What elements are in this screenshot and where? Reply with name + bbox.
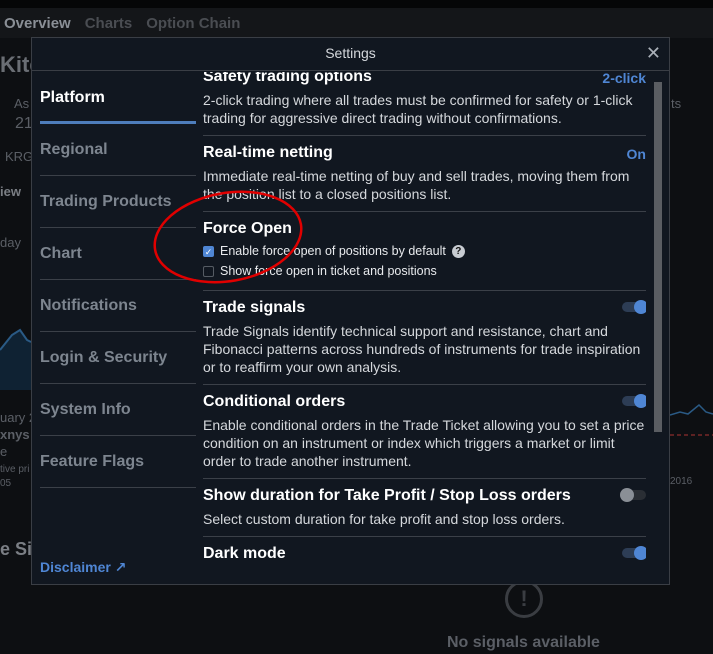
setting-title: Show duration for Take Profit / Stop Los…: [203, 487, 571, 504]
bg-chart-line-right: [670, 403, 713, 436]
bg-text: 05: [0, 478, 12, 489]
safety-trading-value[interactable]: 2-click: [602, 72, 646, 86]
checkbox-label: Enable force open of positions by defaul…: [220, 244, 446, 258]
setting-title: Real-time netting: [203, 144, 333, 161]
setting-description: 2-click trading where all trades must be…: [203, 92, 633, 126]
setting-title: Safety trading options: [203, 72, 372, 85]
bg-text: e: [0, 444, 8, 459]
disclaimer-label: Disclaimer: [40, 559, 111, 575]
bg-text: tive pri: [0, 464, 30, 475]
settings-content: Safety trading options 2-click 2-click t…: [203, 72, 646, 584]
setting-description: Immediate real-time netting of buy and s…: [203, 168, 630, 202]
bg-text: ts: [671, 96, 682, 111]
no-signals-text: No signals available: [447, 634, 600, 651]
sidebar-item-regional[interactable]: Regional: [40, 124, 196, 176]
close-icon[interactable]: ✕: [646, 38, 661, 69]
top-bar: [0, 0, 713, 8]
enable-force-open-checkbox[interactable]: ✓ Enable force open of positions by defau…: [203, 244, 646, 258]
external-link-icon: ↗: [114, 559, 127, 575]
setting-title: Dark mode: [203, 545, 286, 562]
scrollbar[interactable]: [654, 82, 662, 432]
bg-text: As: [14, 96, 30, 111]
sidebar-item-platform[interactable]: Platform: [40, 72, 196, 124]
alert-icon: !: [505, 580, 543, 618]
modal-header: Settings ✕: [32, 38, 669, 71]
setting-force-open: Force Open ✓ Enable force open of positio…: [203, 212, 646, 291]
bg-text: day: [0, 235, 21, 250]
sidebar-item-feature-flags[interactable]: Feature Flags: [40, 436, 196, 488]
setting-trade-signals: Trade signals Trade Signals identify tec…: [203, 291, 646, 385]
settings-modal: Settings ✕ Platform Regional Trading Pro…: [31, 37, 670, 585]
modal-title: Settings: [325, 45, 376, 61]
show-force-open-checkbox[interactable]: Show force open in ticket and positions: [203, 264, 646, 278]
bg-text: 2016: [670, 476, 693, 487]
bg-text: xnys: [0, 427, 30, 442]
trade-signals-toggle[interactable]: [622, 300, 646, 314]
sidebar-item-system-info[interactable]: System Info: [40, 384, 196, 436]
setting-tp-sl-duration: Show duration for Take Profit / Stop Los…: [203, 479, 646, 537]
setting-title: Trade signals: [203, 299, 306, 316]
disclaimer-link[interactable]: Disclaimer ↗: [40, 559, 126, 576]
setting-description: Trade Signals identify technical support…: [203, 323, 641, 375]
tab-option-chain[interactable]: Option Chain: [146, 15, 240, 32]
app-tabs: Overview Charts Option Chain: [0, 8, 713, 38]
tab-charts[interactable]: Charts: [85, 15, 133, 32]
setting-conditional-orders: Conditional orders Enable conditional or…: [203, 385, 646, 479]
bg-text: KRG: [5, 149, 34, 164]
help-icon[interactable]: ?: [451, 244, 465, 258]
checkbox-unchecked-icon[interactable]: [203, 265, 214, 277]
conditional-orders-toggle[interactable]: [622, 394, 646, 408]
sidebar-item-login-security[interactable]: Login & Security: [40, 332, 196, 384]
settings-sidebar: Platform Regional Trading Products Chart…: [40, 72, 196, 584]
netting-value[interactable]: On: [627, 146, 646, 162]
setting-dark-mode: Dark mode: [203, 537, 646, 576]
checkbox-label: Show force open in ticket and positions: [220, 264, 437, 278]
bg-text: iew: [0, 184, 21, 199]
setting-title: Conditional orders: [203, 393, 346, 410]
dark-mode-toggle[interactable]: [622, 546, 646, 560]
setting-title: Force Open: [203, 220, 292, 237]
sidebar-item-notifications[interactable]: Notifications: [40, 280, 196, 332]
setting-description: Enable conditional orders in the Trade T…: [203, 417, 645, 469]
setting-safety-trading: Safety trading options 2-click 2-click t…: [203, 72, 646, 136]
tab-overview[interactable]: Overview: [4, 15, 71, 32]
setting-real-time-netting: Real-time netting On Immediate real-time…: [203, 136, 646, 212]
sidebar-item-trading-products[interactable]: Trading Products: [40, 176, 196, 228]
bg-chart-line: [0, 328, 31, 390]
setting-description: Select custom duration for take profit a…: [203, 511, 565, 527]
checkbox-checked-icon[interactable]: ✓: [203, 245, 214, 257]
sidebar-item-chart[interactable]: Chart: [40, 228, 196, 280]
tp-sl-duration-toggle[interactable]: [620, 488, 646, 502]
